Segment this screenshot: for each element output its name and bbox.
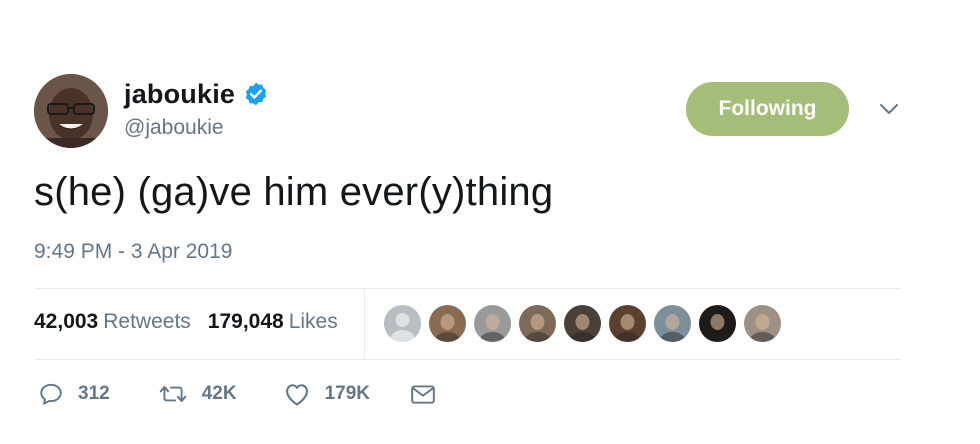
chevron-down-icon[interactable] <box>876 98 902 120</box>
divider-bottom <box>34 359 902 360</box>
retweet-icon <box>158 381 188 407</box>
author-names: jaboukie @jaboukie <box>124 78 269 140</box>
author-handle[interactable]: @jaboukie <box>124 116 269 140</box>
liker-avatar-3[interactable] <box>474 305 511 342</box>
liker-avatar-5[interactable] <box>564 305 601 342</box>
liker-avatar-1[interactable] <box>384 305 421 342</box>
heart-icon <box>283 381 311 407</box>
following-button[interactable]: Following <box>686 82 849 136</box>
tweet-card: jaboukie @jaboukie Following s(he) (ga)v… <box>0 0 980 444</box>
likes-count: 179,048 <box>207 310 284 333</box>
retweet-count: 42K <box>201 383 237 404</box>
liker-avatar-4[interactable] <box>519 305 556 342</box>
liker-avatar-9[interactable] <box>744 305 781 342</box>
tweet-stats: 42,003 Retweets 179,048 Likes <box>34 310 338 334</box>
envelope-icon <box>410 382 436 406</box>
likes-label: Likes <box>288 310 338 333</box>
reply-button[interactable]: 312 <box>38 381 110 407</box>
divider-top <box>34 288 902 289</box>
author-avatar[interactable] <box>34 74 108 148</box>
likes-stat[interactable]: 179,048 Likes <box>208 310 338 334</box>
retweets-stat[interactable]: 42,003 Retweets <box>34 310 191 334</box>
verified-badge-icon <box>243 81 269 107</box>
tweet-timestamp[interactable]: 9:49 PM - 3 Apr 2019 <box>34 240 232 264</box>
reply-icon <box>38 381 64 407</box>
display-name-row: jaboukie <box>124 78 269 110</box>
liker-avatar-7[interactable] <box>654 305 691 342</box>
tweet-actions: 312 42K 179K <box>38 381 436 407</box>
liker-avatar-8[interactable] <box>699 305 736 342</box>
direct-message-button[interactable] <box>410 382 436 406</box>
liker-avatar-2[interactable] <box>429 305 466 342</box>
reply-count: 312 <box>78 383 110 404</box>
liker-avatars <box>384 305 781 342</box>
like-count: 179K <box>324 383 370 404</box>
retweet-button[interactable]: 42K <box>158 381 237 407</box>
liker-avatar-6[interactable] <box>609 305 646 342</box>
stats-separator <box>364 289 365 359</box>
tweet-text: s(he) (ga)ve him ever(y)thing <box>34 170 554 214</box>
like-button[interactable]: 179K <box>283 381 370 407</box>
retweets-count: 42,003 <box>34 310 99 333</box>
retweets-label: Retweets <box>103 310 191 333</box>
author-display-name[interactable]: jaboukie <box>124 79 235 110</box>
